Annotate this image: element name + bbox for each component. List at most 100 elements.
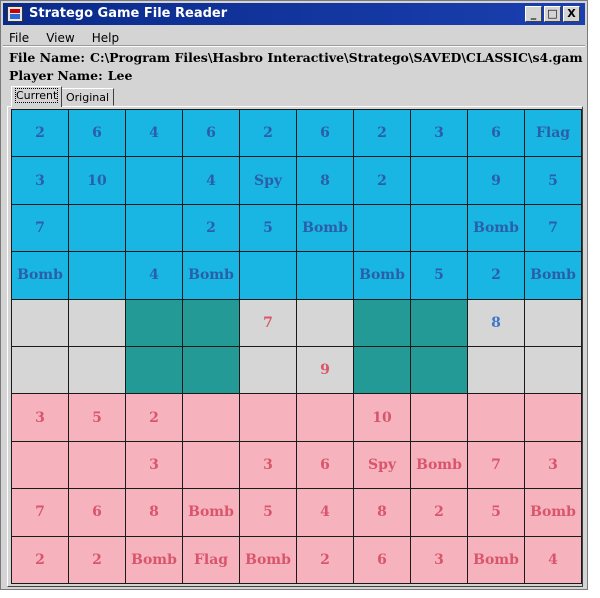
board-cell-r1-c9[interactable]: 5 — [525, 157, 582, 205]
board-cell-r4-c1[interactable] — [69, 299, 126, 347]
minimize-button[interactable]: _ — [525, 6, 542, 22]
board-cell-r0-c2[interactable]: 4 — [126, 110, 183, 158]
board-cell-r9-c3[interactable]: Flag — [183, 536, 240, 584]
board-cell-r3-c5[interactable] — [297, 252, 354, 300]
title-bar[interactable]: Stratego Game File Reader _ □ X — [3, 3, 585, 25]
board-cell-r5-c3[interactable] — [183, 346, 240, 395]
board-cell-r3-c8[interactable]: 2 — [468, 252, 525, 300]
board-cell-r4-c8[interactable]: 8 — [468, 299, 525, 347]
board-cell-r1-c1[interactable]: 10 — [69, 157, 126, 205]
board-cell-r3-c3[interactable]: Bomb — [183, 252, 240, 300]
board-cell-r9-c2[interactable]: Bomb — [126, 536, 183, 584]
menu-view[interactable]: View — [40, 30, 80, 46]
board-cell-r7-c0[interactable] — [12, 441, 69, 490]
board-cell-r9-c9[interactable]: 4 — [525, 536, 582, 584]
board-cell-r5-c1[interactable] — [69, 346, 126, 395]
menu-file[interactable]: File — [3, 30, 35, 46]
menu-help[interactable]: Help — [86, 30, 125, 46]
board-cell-r9-c6[interactable]: 6 — [354, 536, 411, 584]
board-cell-r8-c4[interactable]: 5 — [240, 489, 297, 537]
board-cell-r4-c5[interactable] — [297, 299, 354, 347]
board-cell-r3-c2[interactable]: 4 — [126, 252, 183, 300]
board-cell-r5-c9[interactable] — [525, 346, 582, 395]
board-cell-r7-c6[interactable]: Spy — [354, 441, 411, 490]
board-cell-r0-c4[interactable]: 2 — [240, 110, 297, 158]
board-cell-r8-c8[interactable]: 5 — [468, 489, 525, 537]
board-cell-r4-c2[interactable] — [126, 299, 183, 347]
board-cell-r8-c6[interactable]: 8 — [354, 489, 411, 537]
board-cell-r7-c7[interactable]: Bomb — [411, 441, 468, 490]
board-cell-r9-c7[interactable]: 3 — [411, 536, 468, 584]
board-cell-r1-c0[interactable]: 3 — [12, 157, 69, 205]
board-cell-r2-c0[interactable]: 7 — [12, 204, 69, 253]
board-cell-r2-c6[interactable] — [354, 204, 411, 253]
board-cell-r2-c5[interactable]: Bomb — [297, 204, 354, 253]
board-cell-r3-c9[interactable]: Bomb — [525, 252, 582, 300]
board-cell-r3-c1[interactable] — [69, 252, 126, 300]
board-cell-r7-c5[interactable]: 6 — [297, 441, 354, 490]
board-cell-r6-c3[interactable] — [183, 394, 240, 442]
board-cell-r1-c8[interactable]: 9 — [468, 157, 525, 205]
board-cell-r4-c6[interactable] — [354, 299, 411, 347]
board-cell-r1-c7[interactable] — [411, 157, 468, 205]
board-cell-r2-c3[interactable]: 2 — [183, 204, 240, 253]
board-cell-r5-c7[interactable] — [411, 346, 468, 395]
app-icon[interactable] — [7, 6, 23, 22]
board-cell-r0-c0[interactable]: 2 — [12, 110, 69, 158]
board-cell-r4-c7[interactable] — [411, 299, 468, 347]
board-cell-r5-c8[interactable] — [468, 346, 525, 395]
board-cell-r8-c1[interactable]: 6 — [69, 489, 126, 537]
board-cell-r7-c1[interactable] — [69, 441, 126, 490]
board-cell-r7-c4[interactable]: 3 — [240, 441, 297, 490]
board-cell-r5-c5[interactable]: 9 — [297, 346, 354, 395]
board-cell-r1-c3[interactable]: 4 — [183, 157, 240, 205]
board-cell-r3-c4[interactable] — [240, 252, 297, 300]
board-cell-r5-c4[interactable] — [240, 346, 297, 395]
board-cell-r1-c5[interactable]: 8 — [297, 157, 354, 205]
board-cell-r8-c0[interactable]: 7 — [12, 489, 69, 537]
board-cell-r8-c3[interactable]: Bomb — [183, 489, 240, 537]
board-cell-r7-c9[interactable]: 3 — [525, 441, 582, 490]
board-cell-r8-c5[interactable]: 4 — [297, 489, 354, 537]
board-cell-r2-c9[interactable]: 7 — [525, 204, 582, 253]
board-cell-r2-c7[interactable] — [411, 204, 468, 253]
board-cell-r7-c8[interactable]: 7 — [468, 441, 525, 490]
board-cell-r2-c4[interactable]: 5 — [240, 204, 297, 253]
board-cell-r2-c2[interactable] — [126, 204, 183, 253]
board-cell-r9-c4[interactable]: Bomb — [240, 536, 297, 584]
board-cell-r2-c8[interactable]: Bomb — [468, 204, 525, 253]
board-cell-r6-c1[interactable]: 5 — [69, 394, 126, 442]
board-cell-r6-c4[interactable] — [240, 394, 297, 442]
board-cell-r6-c6[interactable]: 10 — [354, 394, 411, 442]
close-button[interactable]: X — [563, 6, 580, 22]
board-cell-r7-c2[interactable]: 3 — [126, 441, 183, 490]
board-cell-r0-c5[interactable]: 6 — [297, 110, 354, 158]
board-cell-r0-c1[interactable]: 6 — [69, 110, 126, 158]
board-cell-r0-c8[interactable]: 6 — [468, 110, 525, 158]
tab-original[interactable]: Original — [61, 88, 115, 106]
board-cell-r4-c4[interactable]: 7 — [240, 299, 297, 347]
board-cell-r0-c3[interactable]: 6 — [183, 110, 240, 158]
board-cell-r4-c9[interactable] — [525, 299, 582, 347]
board-cell-r8-c9[interactable]: Bomb — [525, 489, 582, 537]
board-cell-r1-c4[interactable]: Spy — [240, 157, 297, 205]
board-cell-r6-c8[interactable] — [468, 394, 525, 442]
board-cell-r6-c0[interactable]: 3 — [12, 394, 69, 442]
board-cell-r6-c2[interactable]: 2 — [126, 394, 183, 442]
board-cell-r0-c7[interactable]: 3 — [411, 110, 468, 158]
board-cell-r5-c6[interactable] — [354, 346, 411, 395]
board-cell-r8-c2[interactable]: 8 — [126, 489, 183, 537]
board-cell-r0-c6[interactable]: 2 — [354, 110, 411, 158]
board-cell-r3-c7[interactable]: 5 — [411, 252, 468, 300]
tab-current[interactable]: Current — [11, 86, 63, 107]
board-cell-r3-c0[interactable]: Bomb — [12, 252, 69, 300]
board-cell-r1-c2[interactable] — [126, 157, 183, 205]
board-cell-r4-c0[interactable] — [12, 299, 69, 347]
board-cell-r9-c8[interactable]: Bomb — [468, 536, 525, 584]
board-cell-r9-c1[interactable]: 2 — [69, 536, 126, 584]
board-cell-r6-c5[interactable] — [297, 394, 354, 442]
board-cell-r5-c2[interactable] — [126, 346, 183, 395]
board-cell-r6-c9[interactable] — [525, 394, 582, 442]
board-cell-r4-c3[interactable] — [183, 299, 240, 347]
board-cell-r9-c5[interactable]: 2 — [297, 536, 354, 584]
